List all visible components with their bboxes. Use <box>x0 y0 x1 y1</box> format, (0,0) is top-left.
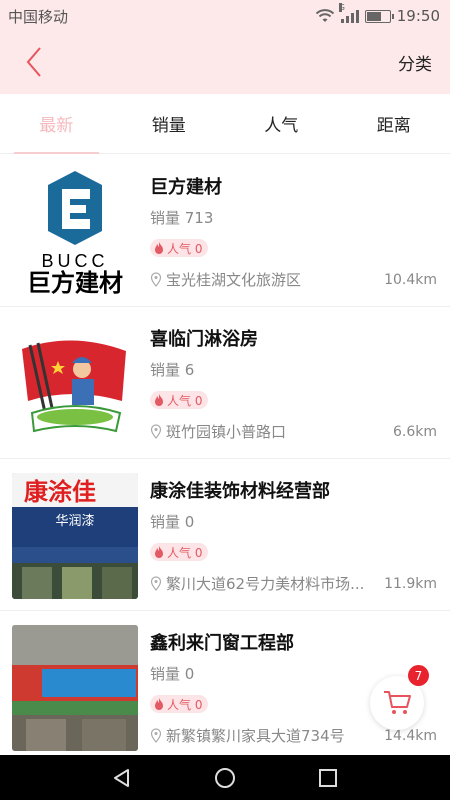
shop-name: 喜临门淋浴房 <box>150 329 258 350</box>
popularity-label: 人气 0 <box>167 697 203 712</box>
network-type: G <box>338 3 345 12</box>
shop-distance: 11.9km <box>384 576 437 592</box>
flame-icon <box>155 546 163 558</box>
shop-address: 繁川大道62号力美材料市场... <box>150 573 380 594</box>
popularity-label: 人气 0 <box>167 393 203 408</box>
shop-distance: 14.4km <box>384 728 437 744</box>
triangle-back-icon <box>113 768 129 787</box>
shop-item[interactable]: 康涂佳 华润漆 康涂佳装饰材料经营部 销量 0 人气 0 繁川大道62号力美材料… <box>0 459 450 611</box>
popularity-label: 人气 0 <box>167 545 203 560</box>
sales-count: 销量 0 <box>150 513 195 531</box>
location-pin-icon <box>150 728 162 743</box>
shop-item[interactable]: 喜临门淋浴房 销量 6 人气 0 斑竹园镇小普路口 6.6km <box>0 307 450 459</box>
cart-count-badge: 7 <box>408 665 429 686</box>
shop-item[interactable]: BUCC 巨方建材 巨方建材 销量 713 人气 0 宝光桂湖文化旅游区 10.… <box>0 155 450 307</box>
shop-address: 新繁镇繁川家具大道734号 <box>150 725 380 746</box>
location-pin-icon <box>150 576 162 591</box>
shop-photo: 康涂佳 华润漆 <box>12 473 138 599</box>
clock: 19:50 <box>396 7 440 25</box>
chevron-left-icon <box>26 47 41 77</box>
popularity-label: 人气 0 <box>167 241 203 256</box>
shop-list: BUCC 巨方建材 巨方建材 销量 713 人气 0 宝光桂湖文化旅游区 10.… <box>0 155 450 763</box>
address-text: 宝光桂湖文化旅游区 <box>166 271 302 289</box>
shop-distance: 6.6km <box>392 424 437 440</box>
popularity-badge: 人气 0 <box>150 543 209 561</box>
popularity-badge: 人气 0 <box>150 239 209 257</box>
header: 分类 <box>0 32 450 94</box>
status-bar: 中国移动 G 19:50 <box>0 0 450 32</box>
tab-distance[interactable]: 距离 <box>338 94 450 153</box>
sales-count: 销量 713 <box>150 209 214 227</box>
carrier-label: 中国移动 <box>8 7 69 26</box>
tab-latest[interactable]: 最新 <box>0 94 113 154</box>
location-pin-icon <box>150 424 162 439</box>
shop-address: 宝光桂湖文化旅游区 <box>150 269 380 290</box>
flame-icon <box>155 394 163 406</box>
sales-count: 销量 6 <box>150 361 195 379</box>
flame-icon <box>155 698 163 710</box>
back-button[interactable] <box>22 44 46 80</box>
shop-logo <box>12 321 138 447</box>
square-recents-icon <box>319 768 338 787</box>
shop-logo: BUCC 巨方建材 <box>12 169 138 295</box>
shop-distance: 10.4km <box>384 272 437 288</box>
address-text: 繁川大道62号力美材料市场... <box>166 575 365 593</box>
signal-icon: G <box>338 3 359 23</box>
shop-photo <box>12 625 138 751</box>
nav-recents-button[interactable] <box>313 763 343 793</box>
wifi-icon <box>315 9 334 22</box>
nav-home-button[interactable] <box>210 763 240 793</box>
nav-back-button[interactable] <box>107 763 137 793</box>
popularity-badge: 人气 0 <box>150 695 209 713</box>
system-nav-bar <box>0 755 450 800</box>
status-icons: G 19:50 <box>315 3 440 25</box>
popularity-badge: 人气 0 <box>150 391 209 409</box>
category-button[interactable]: 分类 <box>398 50 432 75</box>
address-text: 新繁镇繁川家具大道734号 <box>166 727 345 745</box>
shop-name: 鑫利来门窗工程部 <box>150 633 294 654</box>
address-text: 斑竹园镇小普路口 <box>166 423 287 441</box>
sign-sub: 华润漆 <box>55 513 94 529</box>
logo-subtext: 巨方建材 <box>27 269 123 295</box>
logo-text: BUCC <box>41 251 108 271</box>
tab-popularity[interactable]: 人气 <box>225 94 338 153</box>
shop-name: 巨方建材 <box>150 177 222 198</box>
sales-count: 销量 0 <box>150 665 195 683</box>
shop-name: 康涂佳装饰材料经营部 <box>150 481 330 502</box>
cart-icon <box>384 691 411 714</box>
sign-text: 康涂佳 <box>24 478 96 506</box>
location-pin-icon <box>150 272 162 287</box>
battery-icon <box>364 9 394 23</box>
sort-tabs: 最新 销量 人气 距离 <box>0 94 450 154</box>
circle-home-icon <box>214 767 235 788</box>
shop-address: 斑竹园镇小普路口 <box>150 421 380 442</box>
flame-icon <box>155 242 163 254</box>
tab-sales[interactable]: 销量 <box>113 94 226 153</box>
